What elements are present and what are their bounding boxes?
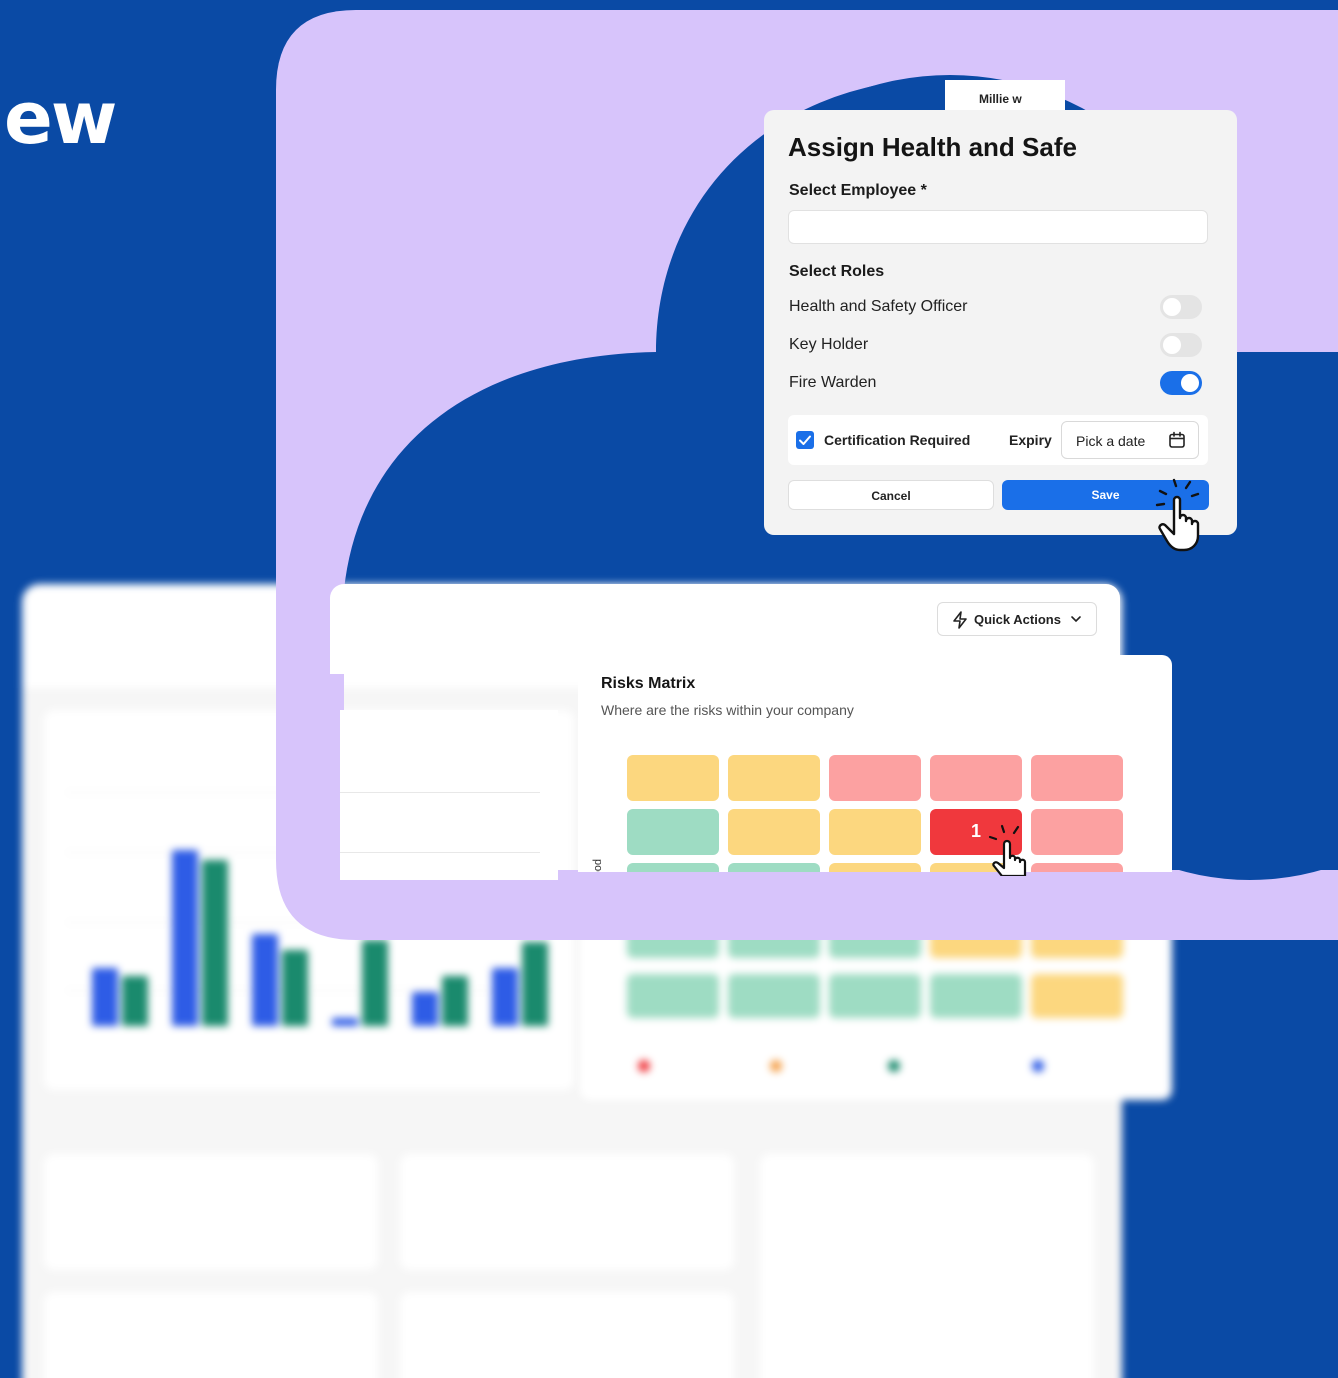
- role-label-fire-warden: Fire Warden: [789, 374, 877, 391]
- date-picker-placeholder: Pick a date: [1076, 433, 1146, 449]
- risk-matrix-cell[interactable]: [627, 755, 719, 801]
- pointer-hand-icon: [1155, 478, 1200, 552]
- risk-matrix-cell[interactable]: [1031, 755, 1123, 801]
- risk-matrix-cell[interactable]: [728, 755, 820, 801]
- expiry-label: Expiry: [1009, 432, 1052, 448]
- quick-actions-button[interactable]: Quick Actions: [937, 602, 1097, 636]
- role-label-hs-officer: Health and Safety Officer: [789, 298, 968, 315]
- certification-row: Certification Required Expiry Pick a dat…: [788, 415, 1208, 465]
- calendar-icon: [1169, 431, 1185, 448]
- risks-matrix-card: Risks Matrix Where are the risks within …: [578, 655, 1172, 872]
- chart-card-peek: [340, 710, 558, 880]
- employee-field-label: Select Employee *: [789, 182, 927, 199]
- assign-role-modal: Assign Health and Safe Select Employee *…: [764, 110, 1237, 535]
- toggle-key-holder[interactable]: [1160, 333, 1202, 357]
- cancel-button[interactable]: Cancel: [788, 480, 994, 510]
- role-label-key-holder: Key Holder: [789, 336, 869, 353]
- risk-matrix-cell[interactable]: [930, 755, 1022, 801]
- risk-matrix-cell[interactable]: [829, 755, 921, 801]
- check-icon: [799, 435, 811, 445]
- modal-title: Assign Health and Safe: [788, 132, 1077, 162]
- pointer-hand-icon: [988, 824, 1027, 876]
- employee-select-input[interactable]: [788, 210, 1208, 244]
- expiry-date-picker[interactable]: Pick a date: [1061, 421, 1199, 459]
- risk-matrix-cell[interactable]: [829, 809, 921, 855]
- risk-matrix-cell[interactable]: [728, 809, 820, 855]
- toggle-hs-officer[interactable]: [1160, 295, 1202, 319]
- roles-field-label: Select Roles: [789, 263, 885, 280]
- risk-matrix-cell[interactable]: [1031, 809, 1123, 855]
- bolt-icon: [953, 611, 967, 629]
- employee-list-peek: Millie w: [945, 80, 1065, 112]
- risk-matrix-cell[interactable]: [627, 809, 719, 855]
- quick-actions-label: Quick Actions: [974, 612, 1061, 627]
- chevron-down-icon: [1071, 616, 1081, 623]
- certification-checkbox[interactable]: [796, 431, 814, 449]
- peek-employee-name: Millie w: [979, 92, 1022, 106]
- toggle-fire-warden[interactable]: [1160, 371, 1202, 395]
- certification-label: Certification Required: [824, 432, 971, 448]
- risks-matrix-subtitle: Where are the risks within your company: [601, 702, 854, 718]
- risks-matrix-title: Risks Matrix: [601, 675, 696, 692]
